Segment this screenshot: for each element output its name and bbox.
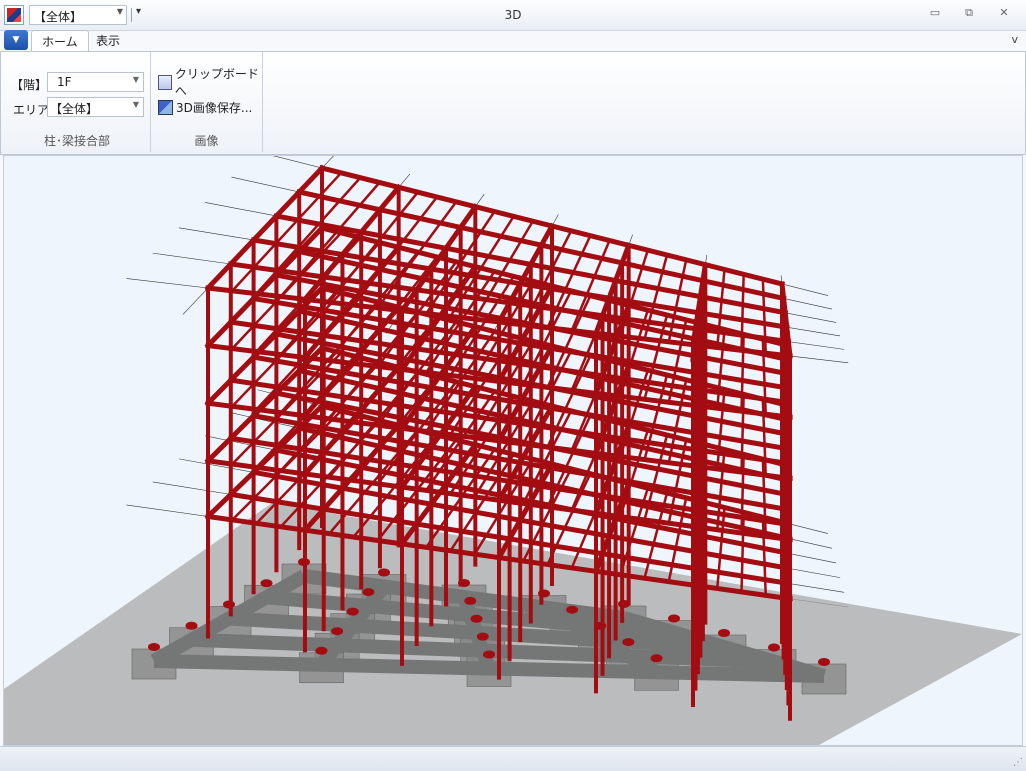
column-base-plate bbox=[378, 568, 390, 577]
tab-view[interactable]: 表示 bbox=[86, 30, 130, 52]
column-base-plate bbox=[566, 605, 579, 614]
area-label: エリア bbox=[13, 103, 50, 117]
column-base-plate bbox=[718, 629, 730, 637]
ribbon-group-joint-label: 柱･梁接合部 bbox=[43, 134, 110, 148]
ribbon-group-image: クリップボードへ 3D画像保存... 画像 bbox=[151, 52, 263, 152]
column-base-plate bbox=[223, 600, 235, 609]
column-base-plate bbox=[476, 632, 489, 641]
column-base-plate bbox=[618, 600, 630, 608]
column-base-plate bbox=[148, 643, 160, 651]
column-base-plate bbox=[470, 614, 483, 623]
close-button[interactable]: ✕ bbox=[993, 6, 1015, 22]
minimize-button[interactable]: ▭ bbox=[924, 6, 946, 22]
column-base-plate bbox=[315, 646, 328, 655]
ribbon-tab-strip: ▼ ホーム 表示 v bbox=[0, 30, 1026, 52]
copy-to-clipboard-button[interactable]: クリップボードへ bbox=[158, 67, 262, 98]
column-base-plate bbox=[594, 621, 607, 630]
column-base-plate bbox=[260, 579, 273, 588]
column-base-plate bbox=[346, 607, 359, 616]
floor-label: 【階】 bbox=[11, 78, 48, 92]
title-bar: 【全体】 ▼ ▾ 3D ▭ ⧉ ✕ bbox=[0, 0, 1026, 31]
column-base-plate bbox=[464, 596, 477, 605]
ribbon-collapse-button[interactable]: v bbox=[1011, 33, 1018, 46]
floor-select-value: 1F bbox=[57, 75, 72, 89]
save-3d-image-button[interactable]: 3D画像保存... bbox=[158, 97, 252, 117]
window-title: 3D bbox=[504, 8, 522, 22]
restore-button[interactable]: ⧉ bbox=[958, 6, 980, 22]
column-base-plate bbox=[538, 589, 550, 598]
area-select-value: 【全体】 bbox=[50, 102, 99, 116]
copy-to-clipboard-label: クリップボードへ bbox=[174, 67, 259, 98]
save-image-icon bbox=[158, 99, 173, 115]
column-base-plate bbox=[331, 627, 344, 636]
area-select[interactable]: 【全体】 ▼ bbox=[47, 97, 144, 117]
resize-grip-icon[interactable]: ⋰ bbox=[1013, 757, 1023, 768]
column-base-plate bbox=[458, 579, 470, 587]
tab-home[interactable]: ホーム bbox=[31, 30, 89, 52]
application-menu-button[interactable]: ▼ bbox=[4, 30, 28, 50]
status-bar: ⋰ bbox=[0, 746, 1026, 771]
ribbon-panel: 【階】 1F ▼ エリア 【全体】 ▼ 柱･梁接合部 クリップボードへ 3D画像… bbox=[0, 51, 1026, 155]
column-base-plate bbox=[185, 621, 198, 630]
3d-model-render bbox=[4, 156, 1022, 745]
column-base-plate bbox=[668, 614, 680, 623]
ribbon-group-joint: 【階】 1F ▼ エリア 【全体】 ▼ 柱･梁接合部 bbox=[4, 52, 151, 152]
column-base-plate bbox=[818, 658, 830, 666]
column-base-plate bbox=[362, 588, 375, 597]
chevron-down-icon: ▼ bbox=[132, 75, 139, 84]
column-base-plate bbox=[768, 643, 780, 652]
clipboard-copy-icon bbox=[158, 74, 172, 90]
column-base-plate bbox=[650, 654, 663, 663]
column-base-plate bbox=[298, 558, 310, 566]
ribbon-group-image-label: 画像 bbox=[194, 134, 219, 148]
column-base-plate bbox=[483, 650, 495, 659]
floor-select[interactable]: 1F ▼ bbox=[47, 72, 144, 92]
3d-viewport[interactable] bbox=[3, 155, 1023, 746]
column-base-plate bbox=[622, 638, 635, 647]
chevron-down-icon: ▼ bbox=[132, 100, 139, 109]
save-3d-image-label: 3D画像保存... bbox=[176, 100, 253, 115]
